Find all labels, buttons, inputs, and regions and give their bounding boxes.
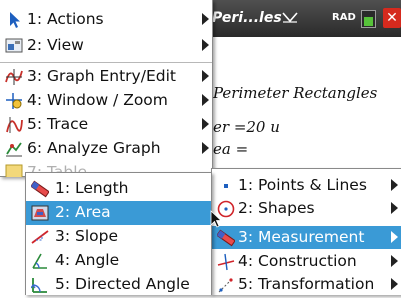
directed-angle-icon [30, 276, 49, 294]
document-perimeter-text: er =20 u [213, 118, 280, 136]
measurement-submenu: 1: Length 2: Area 3: Slope 4: Angle 5: D… [25, 172, 212, 295]
menu-item-label: 1: Actions [27, 10, 104, 28]
view-screen-icon [5, 37, 23, 55]
menu-item-label: 2: View [27, 36, 84, 54]
menu-item-shapes[interactable]: 2: Shapes [212, 197, 401, 221]
menu-item-points-lines[interactable]: 1: Points & Lines [212, 174, 401, 198]
menu-item-label: 2: Shapes [238, 199, 315, 217]
menu-item-construction[interactable]: 4: Construction [212, 250, 401, 274]
menu-item-label: 3: Slope [55, 227, 119, 245]
menu-item-directed-angle[interactable]: 5: Directed Angle [26, 273, 211, 297]
construction-icon [217, 253, 235, 271]
submenu-arrow-icon [391, 179, 398, 191]
menu-item-label: 5: Directed Angle [55, 275, 190, 293]
menu-item-angle[interactable]: 4: Angle [26, 249, 211, 273]
menu-item-label: 1: Length [55, 179, 129, 197]
menu-item-label: 6: Analyze Graph [27, 139, 161, 157]
menu-item-window-zoom[interactable]: 4: Window / Zoom [0, 89, 212, 113]
submenu-arrow-icon [202, 118, 209, 130]
main-menu: 1: Actions 2: View 3: Graph Entry/Edit 4… [0, 0, 213, 177]
menu-item-label: 3: Measurement [238, 228, 365, 246]
menu-item-label: 5: Trace [27, 115, 89, 133]
submenu-arrow-icon [202, 142, 209, 154]
document-tab-title[interactable]: Peri...les [212, 10, 282, 26]
menu-item-label: 5: Transformation [238, 275, 375, 293]
document-toolbar: Peri...les RAD ✕ [210, 0, 401, 37]
menu-item-label: 4: Construction [238, 252, 357, 270]
menu-item-label: 1: Points & Lines [238, 176, 367, 194]
submenu-arrow-icon [391, 202, 398, 214]
menu-item-length[interactable]: 1: Length [26, 177, 211, 201]
submenu-arrow-icon [391, 255, 398, 267]
menu-item-view[interactable]: 2: View [0, 34, 212, 58]
trace-icon [5, 116, 23, 134]
geometry-submenu: 1: Points & Lines 2: Shapes 3: Measureme… [211, 168, 401, 295]
menu-item-label: 4: Angle [55, 251, 120, 269]
submenu-arrow-icon [202, 13, 209, 25]
chevron-down-icon[interactable] [282, 9, 298, 27]
transformation-icon [217, 276, 235, 294]
area-icon [31, 204, 49, 222]
submenu-arrow-icon [202, 39, 209, 51]
submenu-arrow-icon [391, 278, 398, 290]
angle-mode-indicator: RAD [332, 12, 356, 23]
menu-item-analyze-graph[interactable]: 6: Analyze Graph [0, 137, 212, 161]
close-button[interactable]: ✕ [383, 8, 401, 28]
submenu-arrow-icon [202, 94, 209, 106]
slope-icon [31, 228, 49, 246]
analyze-graph-icon [5, 140, 23, 158]
table-icon [5, 164, 23, 177]
pointer-arrow-icon [5, 11, 23, 29]
submenu-arrow-icon [202, 70, 209, 82]
menu-item-label: 3: Graph Entry/Edit [27, 67, 176, 85]
document-area-text: ea = [213, 140, 249, 158]
battery-icon [361, 10, 376, 28]
menu-item-label: 4: Window / Zoom [27, 91, 168, 109]
menu-item-actions[interactable]: 1: Actions [0, 8, 212, 32]
menu-item-graph-entry[interactable]: 3: Graph Entry/Edit [0, 65, 212, 89]
submenu-arrow-icon [391, 231, 398, 243]
document-title-text: Perimeter Rectangles [213, 84, 378, 102]
menu-item-transformation[interactable]: 5: Transformation [212, 273, 401, 297]
menu-item-area[interactable]: 2: Area [26, 201, 211, 225]
graph-entry-icon [5, 68, 23, 86]
mouse-cursor-icon [210, 210, 224, 232]
window-zoom-icon [5, 92, 23, 110]
length-ruler-icon [30, 180, 50, 198]
menu-item-slope[interactable]: 3: Slope [26, 225, 211, 249]
menu-divider [0, 62, 212, 63]
points-lines-icon [217, 177, 235, 195]
menu-item-measurement[interactable]: 3: Measurement [212, 226, 401, 249]
menu-item-label: 2: Area [55, 203, 111, 221]
menu-item-trace[interactable]: 5: Trace [0, 113, 212, 137]
angle-icon [31, 252, 49, 270]
